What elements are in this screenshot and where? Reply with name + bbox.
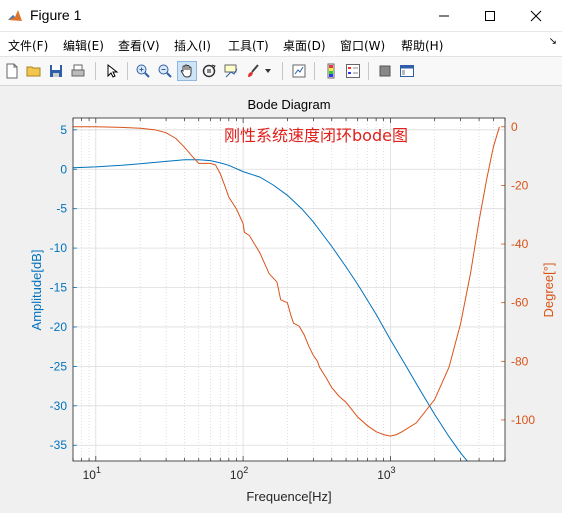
menu-view[interactable]: 查看(V) — [118, 37, 160, 54]
x-tick-base: 10 — [230, 468, 244, 482]
x-tick-label: 102 — [230, 465, 248, 482]
colorbar-icon — [327, 63, 335, 79]
x-tick-base: 10 — [83, 468, 97, 482]
link-plot-icon — [292, 64, 306, 78]
brush-dropdown[interactable] — [262, 61, 274, 81]
y-left-tick-label: -20 — [50, 320, 68, 334]
y-left-tick-label: 0 — [60, 162, 67, 176]
menu-dock-arrow-icon[interactable]: ↘ — [549, 36, 557, 47]
figure-toolbar — [0, 57, 562, 86]
new-figure-button[interactable] — [2, 61, 22, 81]
x-tick-label: 103 — [377, 465, 395, 482]
zoom-in-icon — [136, 64, 150, 78]
toolbar-separator — [127, 62, 128, 80]
chart-title: Bode Diagram — [247, 97, 330, 112]
menu-file[interactable]: 文件(F) — [8, 37, 48, 54]
close-button[interactable] — [513, 0, 559, 31]
x-tick-exponent: 3 — [391, 465, 396, 475]
save-button[interactable] — [46, 61, 66, 81]
save-icon — [50, 65, 62, 77]
show-plot-tools-button[interactable] — [397, 61, 417, 81]
brush-icon — [248, 64, 259, 77]
link-plot-button[interactable] — [289, 61, 309, 81]
zoom-out-button[interactable] — [155, 61, 175, 81]
title-bar: Figure 1 — [0, 0, 562, 32]
matlab-logo-icon — [8, 10, 22, 21]
window-title: Figure 1 — [30, 7, 82, 23]
toolbar-separator — [282, 62, 283, 80]
data-cursor-button[interactable] — [221, 61, 241, 81]
y-left-tick-label: -35 — [50, 438, 68, 452]
y-left-tick-label: 5 — [60, 123, 67, 137]
cursor-arrow-icon — [107, 63, 119, 78]
rotate-3d-button[interactable] — [199, 61, 219, 81]
hide-plot-tools-icon — [379, 65, 391, 77]
chart-annotation: 刚性系统速度闭环bode图 — [224, 126, 408, 145]
y-axis-right-label: Degree[°] — [541, 262, 556, 317]
y-right-tick-label: -20 — [511, 178, 529, 192]
print-button[interactable] — [68, 61, 88, 81]
plot-svg: 5 0 -5 -10 -15 -20 -25 -30 -35 0 -20 -40 -60 -80 -100 1… — [29, 97, 556, 504]
legend-icon — [346, 64, 360, 78]
x-axis-label: Frequence[Hz] — [246, 489, 331, 504]
menu-tools[interactable]: 工具(T) — [228, 37, 269, 54]
menu-edit[interactable]: 编辑(E) — [63, 37, 104, 54]
y-right-tick-label: -100 — [511, 413, 535, 427]
zoom-out-icon — [158, 64, 172, 78]
x-tick-exponent: 2 — [243, 465, 248, 475]
pan-button[interactable] — [177, 61, 197, 81]
menu-window[interactable]: 窗口(W) — [340, 37, 385, 54]
hand-pan-icon — [180, 64, 192, 78]
y-left-tick-label: -25 — [50, 359, 68, 373]
y-right-tick-label: -60 — [511, 296, 529, 310]
open-file-button[interactable] — [24, 61, 44, 81]
maximize-button[interactable] — [467, 0, 513, 31]
y-left-tick-label: -5 — [56, 202, 67, 216]
legend-button[interactable] — [343, 61, 363, 81]
minimize-icon — [439, 15, 449, 16]
data-tip-icon — [224, 64, 238, 78]
menu-bar: 文件(F) 编辑(E) 查看(V) 插入(I) 工具(T) 桌面(D) 窗口(W… — [0, 32, 562, 57]
chevron-down-icon — [265, 69, 271, 73]
rotate-3d-icon — [202, 64, 216, 78]
folder-icon — [26, 66, 41, 77]
toolbar-separator — [95, 62, 96, 80]
y-right-tick-label: -80 — [511, 354, 529, 368]
close-icon — [530, 10, 542, 21]
pointer-button[interactable] — [102, 61, 122, 81]
menu-desktop[interactable]: 桌面(D) — [283, 37, 326, 54]
y-left-tick-label: -15 — [50, 281, 68, 295]
toolbar-separator — [368, 62, 369, 80]
new-file-icon — [6, 63, 18, 79]
minimize-button[interactable] — [421, 0, 467, 31]
hide-plot-tools-button[interactable] — [375, 61, 395, 81]
x-tick-base: 10 — [377, 468, 391, 482]
menu-insert[interactable]: 插入(I) — [174, 37, 211, 54]
y-right-tick-label: 0 — [511, 120, 518, 134]
y-right-tick-label: -40 — [511, 237, 529, 251]
brush-button[interactable] — [243, 61, 263, 81]
y-left-tick-label: -30 — [50, 399, 68, 413]
y-axis-left-label: Amplitude[dB] — [29, 250, 44, 331]
menu-help[interactable]: 帮助(H) — [401, 37, 443, 54]
y-left-tick-label: -10 — [50, 241, 68, 255]
toolbar-separator — [314, 62, 315, 80]
printer-icon — [71, 64, 85, 77]
zoom-in-button[interactable] — [133, 61, 153, 81]
x-tick-exponent: 1 — [96, 465, 101, 475]
x-tick-label: 101 — [83, 465, 101, 482]
figure-canvas: 5 0 -5 -10 -15 -20 -25 -30 -35 0 -20 -40 -60 -80 -100 1… — [0, 86, 562, 508]
maximize-icon — [485, 10, 495, 21]
show-plot-tools-icon — [400, 65, 414, 77]
colorbar-button[interactable] — [321, 61, 341, 81]
